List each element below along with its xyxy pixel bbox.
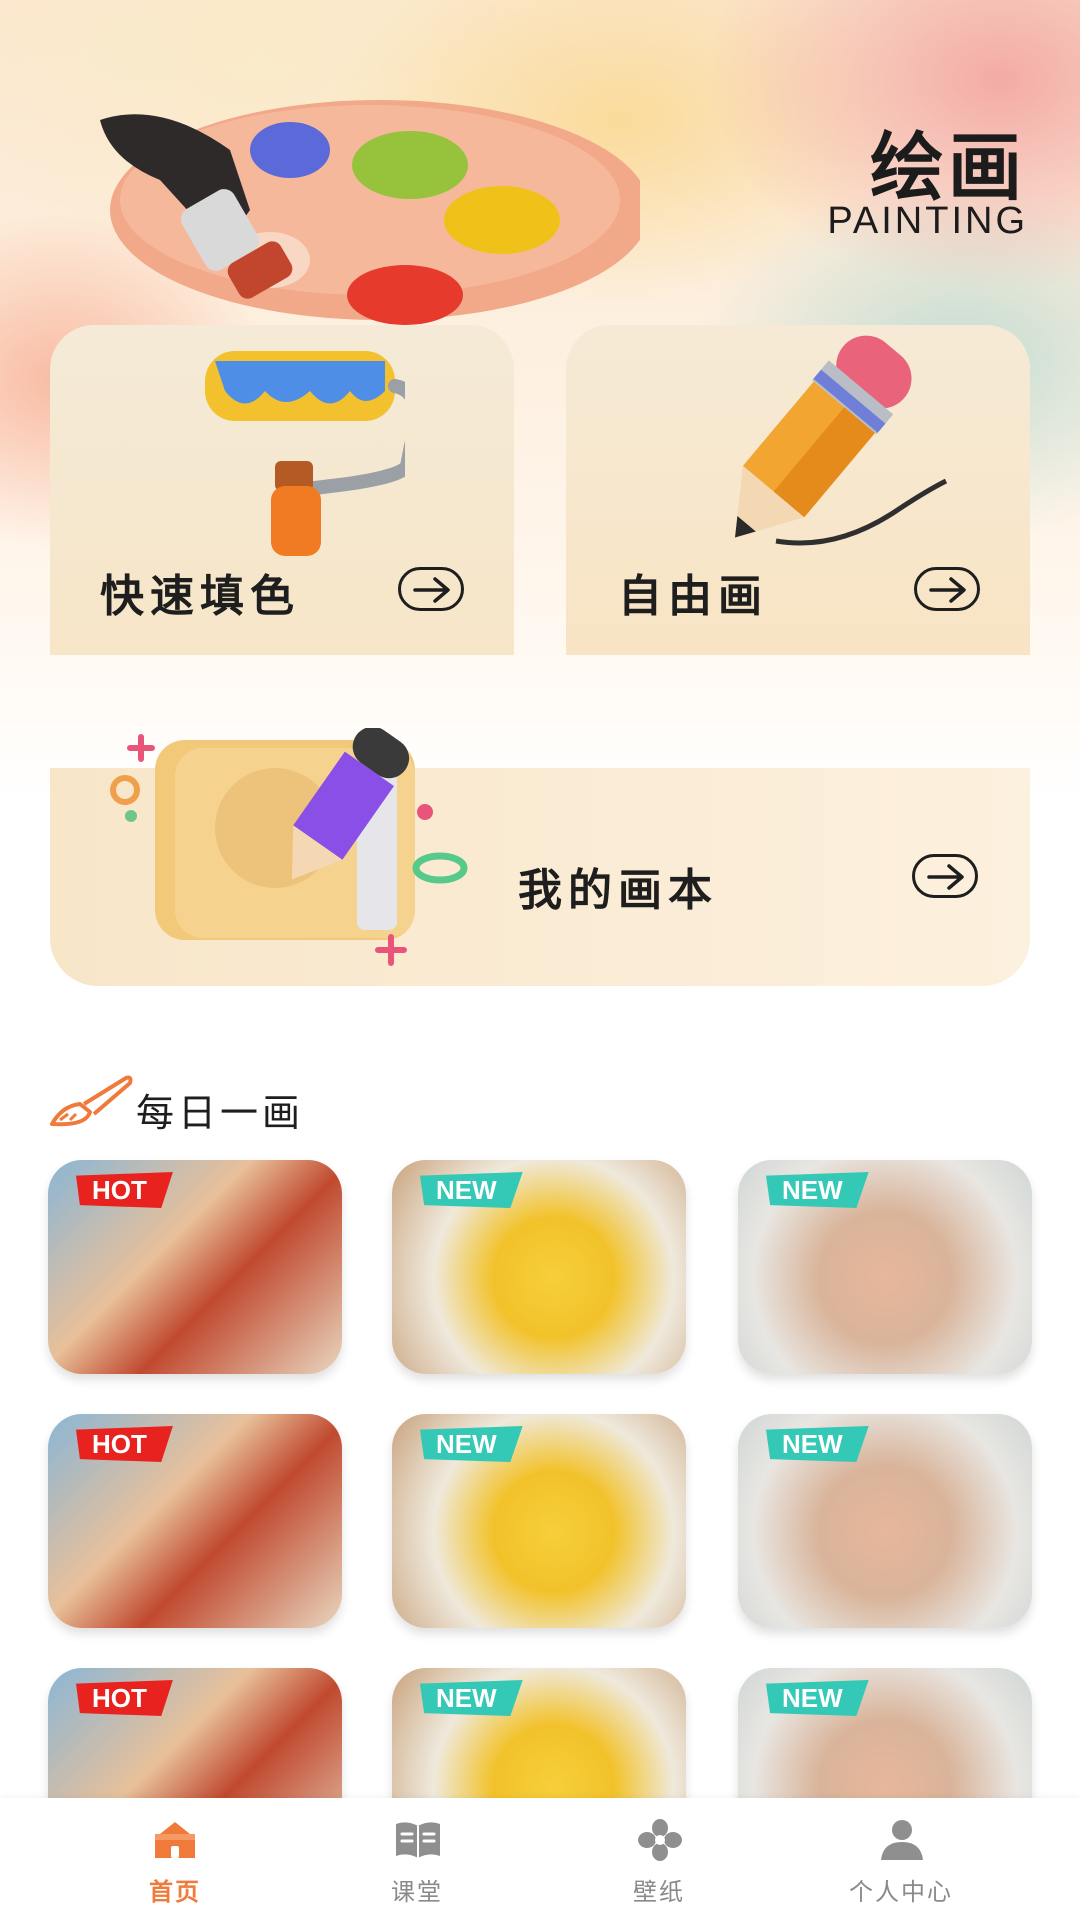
free-draw-card[interactable]: 自由画 <box>566 325 1030 655</box>
artwork-tile[interactable]: NEW <box>392 1160 686 1374</box>
artwork-tile[interactable]: NEW <box>738 1414 1032 1628</box>
artwork-tile[interactable]: NEW <box>738 1160 1032 1374</box>
tab-classroom-label: 课堂 <box>391 1878 443 1906</box>
clover-icon <box>638 1819 682 1861</box>
tab-home-label: 首页 <box>149 1878 201 1906</box>
tab-profile-label: 个人中心 <box>849 1878 953 1906</box>
tab-profile[interactable]: 个人中心 <box>766 1798 1036 1920</box>
pencil-icon <box>735 335 948 546</box>
quick-fill-label: 快速填色 <box>100 571 300 622</box>
paint-roller-icon <box>205 351 405 556</box>
user-icon <box>881 1820 923 1860</box>
page-subtitle: PAINTING <box>827 200 1028 242</box>
sketchbook-icon <box>110 728 468 966</box>
quick-fill-card[interactable]: 快速填色 <box>50 325 514 655</box>
new-badge: NEW <box>420 1680 523 1716</box>
brush-icon <box>50 1075 133 1127</box>
free-draw-arrow-icon[interactable] <box>914 567 980 611</box>
palette-illustration <box>100 100 640 325</box>
book-icon <box>396 1822 440 1858</box>
bottom-tab-bar: 首页 课堂 壁纸 个人中心 <box>0 1798 1080 1920</box>
hot-badge: HOT <box>76 1680 173 1716</box>
tab-home[interactable]: 首页 <box>40 1798 310 1920</box>
my-sketchbook-label: 我的画本 <box>518 865 718 916</box>
artwork-tile[interactable]: HOT <box>48 1160 342 1374</box>
my-sketchbook-arrow-icon[interactable] <box>912 854 978 898</box>
free-draw-label: 自由画 <box>618 571 768 622</box>
new-badge: NEW <box>766 1426 869 1462</box>
artwork-tile[interactable]: HOT <box>48 1414 342 1628</box>
home-icon <box>155 1822 195 1858</box>
tab-wallpaper-label: 壁纸 <box>633 1878 685 1906</box>
tab-wallpaper[interactable]: 壁纸 <box>524 1798 794 1920</box>
artwork-tile[interactable]: NEW <box>392 1414 686 1628</box>
quick-fill-arrow-icon[interactable] <box>398 567 464 611</box>
new-badge: NEW <box>420 1172 523 1208</box>
new-badge: NEW <box>766 1172 869 1208</box>
tab-classroom[interactable]: 课堂 <box>282 1798 552 1920</box>
page-title: 绘画 <box>870 125 1026 211</box>
hot-badge: HOT <box>76 1426 173 1462</box>
daily-drawing-title: 每日一画 <box>136 1091 305 1135</box>
new-badge: NEW <box>766 1680 869 1716</box>
hot-badge: HOT <box>76 1172 173 1208</box>
new-badge: NEW <box>420 1426 523 1462</box>
